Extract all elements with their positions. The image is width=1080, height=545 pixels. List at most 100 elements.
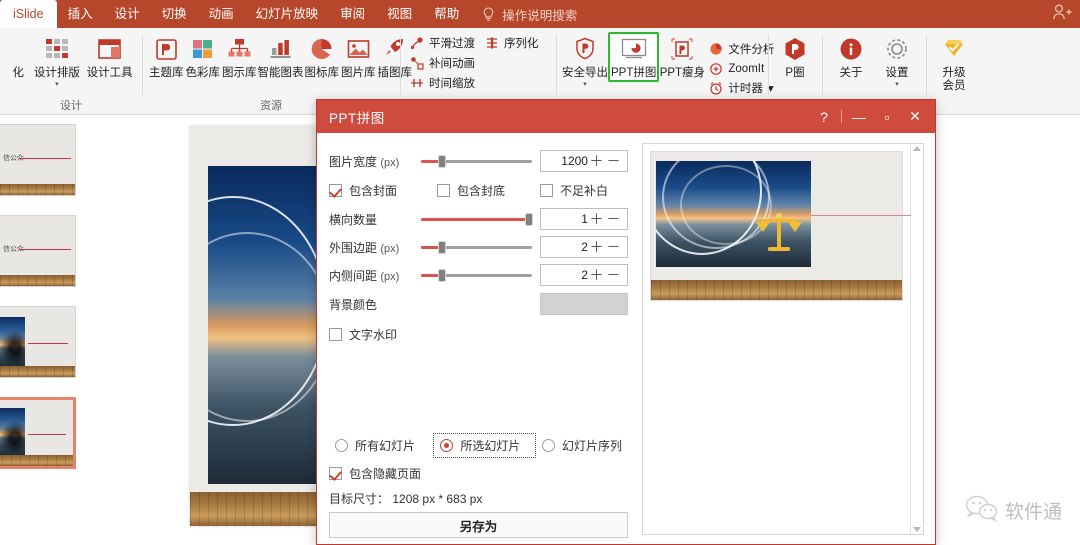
image-width-spinner[interactable]: 1200 ＋ －	[539, 150, 628, 172]
ribbon-button-smart-chart[interactable]: 智能图表	[258, 32, 304, 80]
background-color-swatch[interactable]	[539, 293, 628, 315]
radio-selected-slides[interactable]: 所选幻灯片	[433, 432, 536, 458]
menu-tab-review[interactable]: 审阅	[329, 0, 376, 28]
checkbox-box[interactable]	[540, 183, 553, 197]
save-as-button[interactable]: 另存为	[329, 512, 628, 538]
radio-circle[interactable]	[335, 438, 348, 452]
checkbox-box[interactable]	[329, 327, 342, 341]
spinner-decrement-button[interactable]: －	[605, 240, 622, 254]
slider-thumb[interactable]	[438, 269, 447, 282]
slide-thumbnail-1[interactable]: 信公众	[0, 124, 76, 196]
ribbon-button-ppt-collage[interactable]: PPT拼图	[608, 32, 660, 82]
menu-tab-transitions[interactable]: 切换	[151, 0, 198, 28]
checkbox-box[interactable]	[437, 183, 450, 197]
ribbon-button-upgrade-member[interactable]: 升级会员	[932, 32, 976, 93]
spinner-increment-button[interactable]: ＋	[588, 154, 605, 168]
radio-circle[interactable]	[440, 438, 454, 452]
dialog-title-bar[interactable]: PPT拼图 ? — ▫ ✕	[317, 100, 935, 133]
ribbon-button-tween[interactable]: 补间动画	[406, 53, 481, 73]
slide-photo-seascape[interactable]	[208, 166, 320, 484]
checkbox-text-watermark[interactable]: 文字水印	[329, 326, 397, 343]
chevron-down-icon[interactable]: ▾	[583, 81, 587, 89]
slide-thumbnail-panel[interactable]: 信公众 信公众	[0, 116, 82, 545]
spinner-value[interactable]: 1200	[546, 154, 588, 168]
ribbon-button-morph[interactable]: 平滑过渡	[406, 33, 481, 53]
dialog-minimize-button[interactable]: —	[845, 105, 873, 129]
image-width-slider[interactable]	[421, 152, 532, 170]
menu-tab-help[interactable]: 帮助	[423, 0, 470, 28]
menu-tab-view[interactable]: 视图	[376, 0, 423, 28]
scope-radio-group: 所有幻灯片 所选幻灯片 幻灯片序列	[329, 430, 628, 460]
add-user-icon[interactable]	[1052, 3, 1074, 26]
outer-margin-slider[interactable]	[421, 238, 532, 256]
inner-gap-spinner[interactable]: 2 ＋ －	[539, 264, 628, 286]
ribbon-button-icon-library[interactable]: 图标库	[304, 32, 341, 80]
current-slide[interactable]	[190, 126, 335, 526]
checkbox-pad-blank[interactable]: 不足补白	[540, 182, 608, 199]
ppt-collage-dialog[interactable]: PPT拼图 ? — ▫ ✕ 图片宽度 (px) 1200 ＋ － 包含封面 包含…	[316, 99, 936, 545]
spinner-increment-button[interactable]: ＋	[588, 268, 605, 282]
slider-thumb[interactable]	[524, 213, 533, 226]
slide-thumbnail-4[interactable]	[0, 397, 76, 469]
ribbon-button-design-layout[interactable]: 设计排版 ▾	[31, 32, 84, 89]
dialog-help-button[interactable]: ?	[810, 105, 838, 129]
ribbon-button-secure-export[interactable]: 安全导出 ▾	[562, 32, 608, 89]
wechat-icon	[965, 494, 999, 527]
preview-area[interactable]	[643, 144, 911, 534]
menu-tab-slideshow[interactable]: 幻灯片放映	[245, 0, 330, 28]
spinner-decrement-button[interactable]: －	[605, 268, 622, 282]
gear-icon	[884, 34, 910, 64]
account-area[interactable]	[1052, 3, 1080, 26]
slider-thumb[interactable]	[438, 155, 447, 168]
chevron-down-icon[interactable]: ▾	[895, 81, 899, 89]
checkbox-box[interactable]	[329, 183, 342, 197]
spinner-value[interactable]: 2	[546, 240, 588, 254]
ribbon-button-ppt-slim[interactable]: PPT瘦身	[659, 32, 705, 80]
preview-container[interactable]	[641, 143, 924, 535]
ribbon-button-color-library[interactable]: 色彩库	[185, 32, 222, 80]
spinner-value[interactable]: 2	[546, 268, 588, 282]
columns-slider[interactable]	[421, 210, 533, 228]
slide-thumbnail-2[interactable]: 信公众	[0, 215, 76, 287]
preview-scrollbar[interactable]	[909, 144, 923, 534]
ribbon-button-theme-library[interactable]: 主题库	[148, 32, 185, 80]
radio-circle[interactable]	[541, 438, 555, 452]
chevron-down-icon[interactable]: ▾	[55, 81, 59, 89]
dialog-maximize-button[interactable]: ▫	[873, 105, 901, 129]
spinner-value[interactable]: 1	[546, 212, 588, 226]
slide-thumbnail-3[interactable]	[0, 306, 76, 378]
ribbon-button-diagram-library[interactable]: 图示库	[221, 32, 258, 80]
spinner-decrement-button[interactable]: －	[605, 154, 622, 168]
preview-slide[interactable]	[649, 151, 911, 301]
spinner-increment-button[interactable]: ＋	[588, 212, 605, 226]
menu-tab-islide[interactable]: iSlide	[0, 0, 57, 28]
menu-tab-insert[interactable]: 插入	[57, 0, 104, 28]
ribbon-button-sequence[interactable]: 序列化	[481, 33, 545, 53]
ribbon-button-design-tools[interactable]: 设计工具	[83, 32, 136, 80]
scroll-down-arrow-icon[interactable]	[912, 527, 921, 532]
tell-me-search[interactable]: 操作说明搜索	[482, 5, 577, 24]
ribbon-button-settings[interactable]: 设置 ▾	[874, 32, 920, 89]
menu-tab-animations[interactable]: 动画	[198, 0, 245, 28]
radio-slide-sequence[interactable]: 幻灯片序列	[536, 434, 628, 457]
ribbon-button-hua[interactable]: 化	[6, 32, 31, 80]
radio-all-slides[interactable]: 所有幻灯片	[329, 434, 433, 457]
ribbon-button-time-scale[interactable]: 时间缩放	[406, 73, 481, 93]
ribbon-button-about[interactable]: 关于	[828, 32, 874, 80]
columns-spinner[interactable]: 1 ＋ －	[539, 208, 628, 230]
checkbox-box[interactable]	[329, 466, 342, 480]
inner-gap-slider[interactable]	[421, 266, 532, 284]
spinner-decrement-button[interactable]: －	[605, 212, 622, 226]
checkbox-include-hidden-pages[interactable]: 包含隐藏页面	[329, 465, 421, 482]
scroll-up-arrow-icon[interactable]	[912, 146, 921, 151]
checkbox-include-cover[interactable]: 包含封面	[329, 182, 437, 199]
slider-thumb[interactable]	[438, 241, 447, 254]
ribbon-button-pquan[interactable]: P圈	[774, 32, 816, 80]
ribbon-button-picture-library[interactable]: 图片库	[340, 32, 377, 80]
menu-tab-design[interactable]: 设计	[104, 0, 151, 28]
checkbox-include-backcover[interactable]: 包含封底	[437, 182, 540, 199]
slide-floor	[190, 492, 335, 526]
outer-margin-spinner[interactable]: 2 ＋ －	[539, 236, 628, 258]
spinner-increment-button[interactable]: ＋	[588, 240, 605, 254]
dialog-close-button[interactable]: ✕	[901, 105, 929, 129]
